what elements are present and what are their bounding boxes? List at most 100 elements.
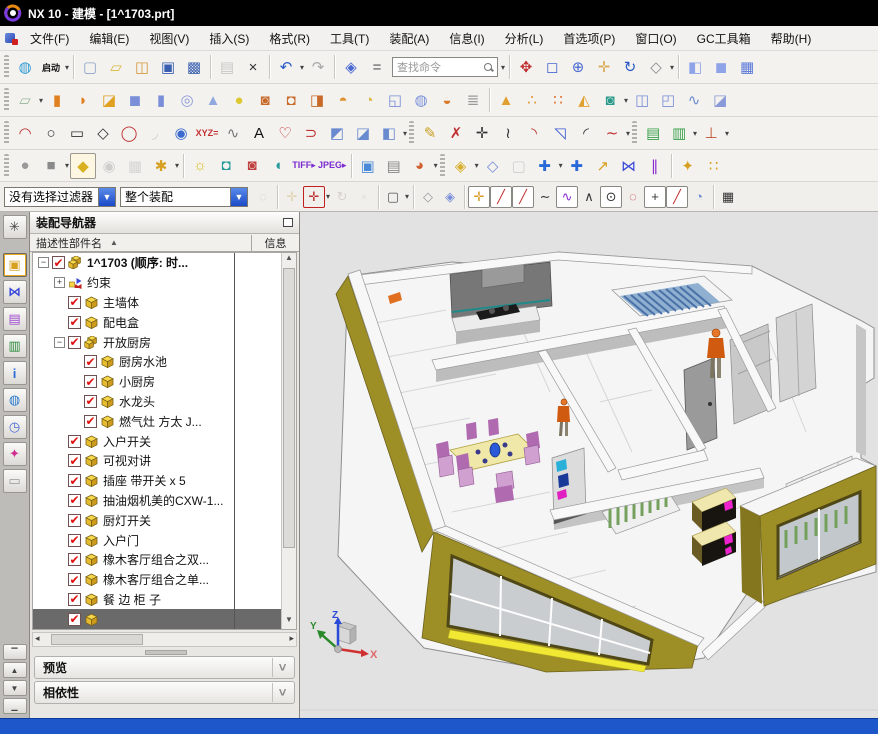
snap-point-button[interactable]: ✛ xyxy=(303,186,325,208)
stretch-curve-button[interactable]: ◜ xyxy=(573,120,599,146)
tree-row-17[interactable]: ✔餐 边 柜 子 xyxy=(33,590,281,610)
snap-all-toggle[interactable]: ✛ xyxy=(468,186,490,208)
export-jpeg-button[interactable]: JPEG▸ xyxy=(317,153,348,179)
menu-item-10[interactable]: 窗口(O) xyxy=(625,27,686,50)
menu-item-11[interactable]: GC工具箱 xyxy=(687,27,761,50)
helix-button[interactable]: ◉ xyxy=(168,120,194,146)
add-component-button[interactable]: ✚ xyxy=(532,153,558,179)
sphere-button[interactable]: ● xyxy=(226,87,252,113)
divide-curve-button[interactable]: ✛ xyxy=(469,120,495,146)
preview-panel-header[interactable]: 预览 ˅ xyxy=(34,656,295,679)
edit-curve-button[interactable]: ≀ xyxy=(495,120,521,146)
snapshot-button[interactable]: ◘ xyxy=(213,153,239,179)
movie-capture-button[interactable]: ◖ xyxy=(265,153,291,179)
ellipse-button[interactable]: ◯ xyxy=(116,120,142,146)
open-button[interactable]: ▱ xyxy=(103,54,129,80)
toolbar-grip[interactable] xyxy=(409,121,414,145)
remember-constraints-button[interactable]: ∥ xyxy=(642,153,668,179)
chamfer-curve-button[interactable]: ◹ xyxy=(547,120,573,146)
tree-row-5[interactable]: ✔厨房水池 xyxy=(33,352,281,372)
shaded-button[interactable]: ◼ xyxy=(708,54,734,80)
face-style-button[interactable]: ■ xyxy=(38,153,64,179)
history-palette-tab[interactable]: ◷ xyxy=(3,415,27,439)
viewport-3d-model[interactable]: Z Y X xyxy=(300,212,878,718)
new-file-button[interactable]: ▢ xyxy=(77,54,103,80)
redo-button[interactable]: ↷ xyxy=(305,54,331,80)
dropdown-arrow-icon[interactable]: ▾ xyxy=(670,63,674,72)
reuse-library-tab[interactable]: ▥ xyxy=(3,334,27,358)
light-button[interactable]: ☼ xyxy=(187,153,213,179)
tree-row-1[interactable]: +约束 xyxy=(33,273,281,293)
boolean-button[interactable]: ◙ xyxy=(597,87,623,113)
collapse-icon[interactable]: − xyxy=(54,337,65,348)
sweep-button[interactable]: ∿ xyxy=(681,87,707,113)
component-checkbox[interactable]: ✔ xyxy=(68,454,81,467)
zoom-button[interactable]: ⊕ xyxy=(565,54,591,80)
vertical-scroll-thumb[interactable] xyxy=(283,268,295,548)
zoom-box-button[interactable]: ◻ xyxy=(539,54,565,80)
menu-item-3[interactable]: 插入(S) xyxy=(199,27,259,50)
selection-glasses-icon[interactable]: ◌ xyxy=(252,186,274,208)
dropdown-arrow-icon[interactable]: ▾ xyxy=(559,161,563,170)
toolbar-grip[interactable] xyxy=(440,154,445,178)
tree-row-3[interactable]: ✔配电盒 xyxy=(33,312,281,332)
roles-gear-button[interactable]: ✳ xyxy=(3,215,27,239)
collapse-icon[interactable]: − xyxy=(38,257,49,268)
delete-button[interactable]: × xyxy=(240,54,266,80)
extrude-button[interactable]: ▮ xyxy=(44,87,70,113)
tree-row-16[interactable]: ✔橡木客厅组合之单... xyxy=(33,570,281,590)
bridge-curve-button[interactable]: ⊃ xyxy=(298,120,324,146)
dependencies-chevron-icon[interactable]: ˅ xyxy=(272,683,292,702)
layer-category-button[interactable]: ▥ xyxy=(666,120,692,146)
component-checkbox[interactable]: ✔ xyxy=(68,534,81,547)
dropdown-arrow-icon[interactable]: ▾ xyxy=(405,192,409,201)
component-checkbox[interactable]: ✔ xyxy=(68,494,81,507)
smart-point-button[interactable]: ◦ xyxy=(353,186,375,208)
smooth-spline-button[interactable]: ∼ xyxy=(599,120,625,146)
component-checkbox[interactable]: ✔ xyxy=(52,256,65,269)
intersection-curve-button[interactable]: ◪ xyxy=(350,120,376,146)
intersect-button[interactable]: ◨ xyxy=(304,87,330,113)
shell-button[interactable]: ◰ xyxy=(655,87,681,113)
tree-row-14[interactable]: ✔入户门 xyxy=(33,530,281,550)
preview-chevron-icon[interactable]: ˅ xyxy=(272,658,292,677)
snap-intersection-toggle[interactable]: + xyxy=(644,186,666,208)
render-style-button[interactable]: ◇ xyxy=(643,54,669,80)
pattern-component-button[interactable]: ∷ xyxy=(701,153,727,179)
menu-item-1[interactable]: 编辑(E) xyxy=(79,27,139,50)
trim-body-button[interactable]: ◪ xyxy=(707,87,733,113)
section-curve-button[interactable]: ◧ xyxy=(376,120,402,146)
artistic-curve-button[interactable]: ♡ xyxy=(272,120,298,146)
layer-settings-button[interactable]: ▤ xyxy=(640,120,666,146)
tree-row-15[interactable]: ✔橡木客厅组合之双... xyxy=(33,550,281,570)
dropdown-arrow-icon[interactable]: ▾ xyxy=(624,96,628,105)
toolbar-grip[interactable] xyxy=(4,88,9,112)
component-checkbox[interactable]: ✔ xyxy=(68,316,81,329)
scroll-down-icon[interactable]: ▼ xyxy=(282,615,296,629)
snap-circle-toggle[interactable]: ◌ xyxy=(622,186,644,208)
dependencies-panel-header[interactable]: 相依性 ˅ xyxy=(34,681,295,704)
rib-button[interactable]: ◫ xyxy=(629,87,655,113)
dropdown-arrow-icon[interactable]: ▾ xyxy=(39,96,43,105)
component-checkbox[interactable]: ✔ xyxy=(84,395,97,408)
component-checkbox[interactable]: ✔ xyxy=(68,593,81,606)
component-checkbox[interactable]: ✔ xyxy=(84,415,97,428)
tree-row-11[interactable]: ✔插座 带开关 x 5 xyxy=(33,471,281,491)
paste-button[interactable]: ▤ xyxy=(214,54,240,80)
subtract-button[interactable]: ◘ xyxy=(278,87,304,113)
new-component-button[interactable]: ✚ xyxy=(564,153,590,179)
mirror-feature-button[interactable]: ◭ xyxy=(571,87,597,113)
scroll-up-icon[interactable]: ▲ xyxy=(282,253,296,267)
show-outline-button[interactable]: ◇ xyxy=(480,153,506,179)
check-mate-button[interactable]: ▤ xyxy=(381,153,407,179)
snap-spline-toggle[interactable]: ∿ xyxy=(556,186,578,208)
component-checkbox[interactable]: ✔ xyxy=(68,474,81,487)
project-curve-button[interactable]: ◩ xyxy=(324,120,350,146)
block-button[interactable]: ◼ xyxy=(122,87,148,113)
tree-row-8[interactable]: ✔燃气灶 方太 J... xyxy=(33,411,281,431)
render-options-button[interactable]: ✱ xyxy=(148,153,174,179)
tree-row-9[interactable]: ✔入户开关 xyxy=(33,431,281,451)
arc-button[interactable]: ◠ xyxy=(12,120,38,146)
tree-row-7[interactable]: ✔水龙头 xyxy=(33,392,281,412)
rotate-point-button[interactable]: ↻ xyxy=(331,186,353,208)
